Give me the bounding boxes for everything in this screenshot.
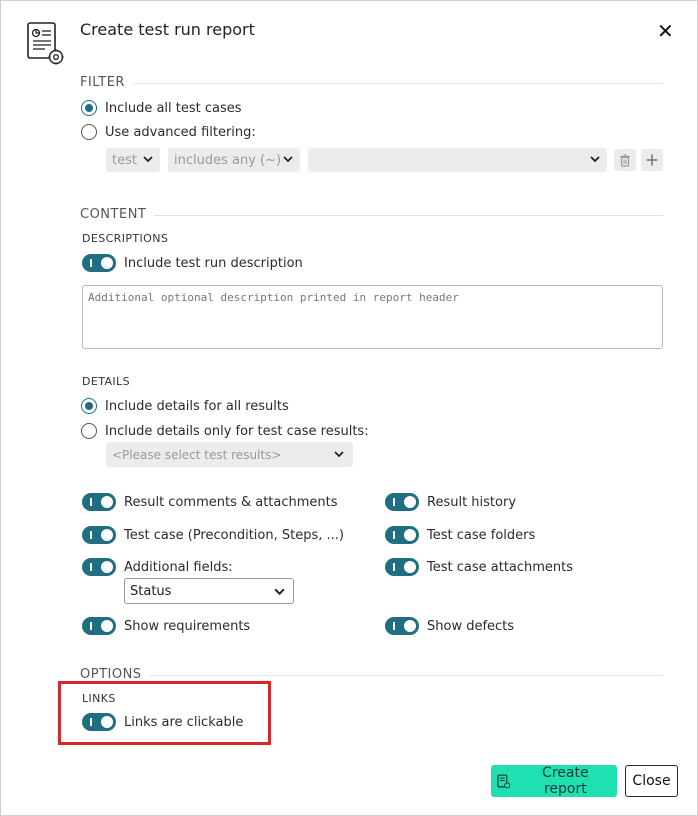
toggle-test-case-attachments[interactable]: Test case attachments bbox=[385, 558, 573, 576]
toggle-switch[interactable] bbox=[385, 558, 419, 576]
toggle-show-requirements[interactable]: Show requirements bbox=[82, 617, 250, 635]
options-divider bbox=[80, 675, 663, 676]
radio-include-all-label: Include all test cases bbox=[105, 100, 242, 116]
radio-advanced-label: Use advanced filtering: bbox=[105, 124, 256, 140]
create-report-button[interactable]: Create report bbox=[491, 765, 617, 797]
toggle-switch[interactable] bbox=[385, 526, 419, 544]
chevron-down-icon bbox=[143, 156, 153, 163]
close-icon[interactable]: ✕ bbox=[657, 21, 674, 41]
toggle-test-case[interactable]: Test case (Precondition, Steps, ...) bbox=[82, 526, 344, 544]
create-report-dialog: Create test run report ✕ FILTER Include … bbox=[0, 0, 698, 816]
content-divider bbox=[80, 215, 663, 216]
toggle-result-history[interactable]: Result history bbox=[385, 493, 516, 511]
toggle-include-description[interactable]: Include test run description bbox=[82, 254, 303, 272]
dialog-title: Create test run report bbox=[80, 20, 255, 39]
chevron-down-icon bbox=[283, 156, 293, 163]
filter-field-value: test bbox=[112, 152, 137, 168]
radio-details-only-label: Include details only for test case resul… bbox=[105, 423, 369, 439]
additional-fields-value: Status bbox=[130, 583, 172, 599]
create-report-label: Create report bbox=[542, 765, 589, 797]
descriptions-title: DESCRIPTIONS bbox=[82, 232, 169, 245]
options-section-title: OPTIONS bbox=[80, 667, 150, 682]
toggle-result-comments[interactable]: Result comments & attachments bbox=[82, 493, 338, 511]
toggle-result-history-label: Result history bbox=[427, 494, 517, 510]
toggle-switch[interactable] bbox=[82, 558, 116, 576]
chevron-down-icon bbox=[334, 451, 344, 458]
toggle-show-defects[interactable]: Show defects bbox=[385, 617, 514, 635]
test-results-placeholder: <Please select test results> bbox=[112, 447, 282, 462]
details-title: DETAILS bbox=[82, 375, 130, 388]
radio-checked-icon[interactable] bbox=[81, 100, 97, 116]
filter-section-title: FILTER bbox=[80, 75, 133, 90]
delete-filter-button[interactable] bbox=[614, 149, 636, 171]
toggle-test-case-label: Test case (Precondition, Steps, ...) bbox=[124, 527, 344, 543]
content-section-title: CONTENT bbox=[80, 207, 155, 222]
toggle-show-requirements-label: Show requirements bbox=[124, 618, 251, 634]
toggle-test-case-folders-label: Test case folders bbox=[427, 527, 536, 543]
filter-divider bbox=[80, 83, 663, 84]
toggle-test-case-attachments-label: Test case attachments bbox=[427, 559, 574, 575]
toggle-switch[interactable] bbox=[82, 493, 116, 511]
radio-details-only[interactable]: Include details only for test case resul… bbox=[81, 423, 369, 439]
radio-details-all-label: Include details for all results bbox=[105, 398, 289, 414]
toggle-switch[interactable] bbox=[385, 493, 419, 511]
radio-checked-icon[interactable] bbox=[81, 398, 97, 414]
toggle-show-defects-label: Show defects bbox=[427, 618, 515, 634]
close-button-label: Close bbox=[632, 773, 671, 789]
toggle-result-comments-label: Result comments & attachments bbox=[124, 494, 338, 510]
report-icon bbox=[497, 774, 511, 788]
toggle-switch[interactable] bbox=[82, 526, 116, 544]
toggle-include-description-label: Include test run description bbox=[124, 255, 303, 271]
toggle-switch[interactable] bbox=[385, 617, 419, 635]
radio-advanced-filtering[interactable]: Use advanced filtering: bbox=[81, 124, 256, 140]
additional-fields-select[interactable]: Status bbox=[124, 578, 294, 604]
chevron-down-icon bbox=[274, 588, 285, 596]
annotation-highlight-box bbox=[58, 681, 271, 745]
report-settings-icon bbox=[27, 22, 64, 65]
toggle-switch[interactable] bbox=[82, 254, 116, 272]
radio-include-all[interactable]: Include all test cases bbox=[81, 100, 242, 116]
close-button[interactable]: Close bbox=[625, 765, 678, 797]
filter-value-select[interactable] bbox=[308, 148, 607, 172]
trash-icon bbox=[620, 153, 630, 167]
radio-unchecked-icon[interactable] bbox=[81, 124, 97, 140]
description-textarea[interactable] bbox=[82, 285, 663, 349]
plus-icon bbox=[646, 154, 658, 166]
filter-operator-select[interactable]: includes any (~) bbox=[168, 148, 300, 172]
add-filter-button[interactable] bbox=[641, 149, 663, 171]
radio-details-all[interactable]: Include details for all results bbox=[81, 398, 289, 414]
toggle-additional-fields[interactable]: Additional fields: bbox=[82, 558, 233, 576]
filter-operator-value: includes any (~) bbox=[174, 152, 282, 168]
toggle-additional-fields-label: Additional fields: bbox=[124, 559, 233, 575]
chevron-down-icon bbox=[590, 156, 600, 163]
radio-unchecked-icon[interactable] bbox=[81, 423, 97, 439]
test-results-select[interactable]: <Please select test results> bbox=[106, 442, 353, 467]
toggle-switch[interactable] bbox=[82, 617, 116, 635]
filter-field-select[interactable]: test bbox=[106, 148, 160, 172]
toggle-test-case-folders[interactable]: Test case folders bbox=[385, 526, 535, 544]
